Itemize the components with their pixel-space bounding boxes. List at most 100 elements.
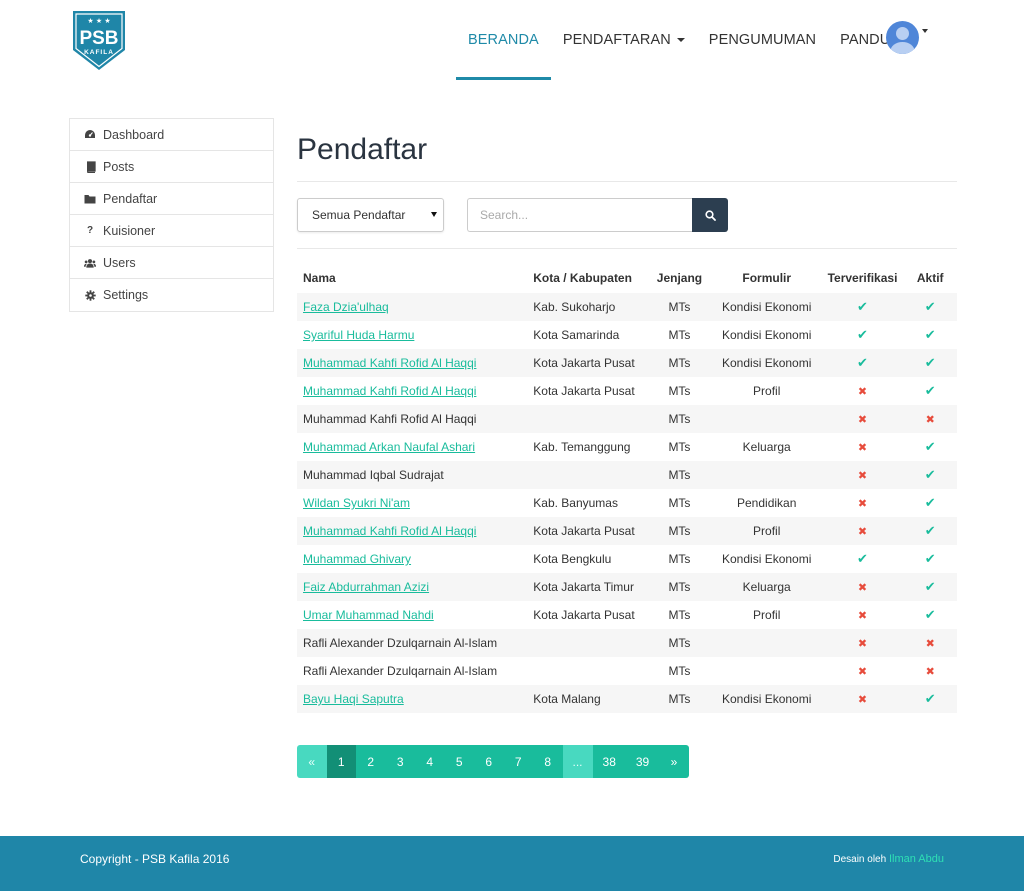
check-icon: ✔ <box>857 327 868 342</box>
footer-credit-prefix: Desain oleh <box>833 854 887 865</box>
cell-terverifikasi: ✔ <box>822 545 904 573</box>
column-header-jenjang[interactable]: Jenjang <box>647 263 712 293</box>
registrant-name-link[interactable]: Syariful Huda Harmu <box>303 328 414 342</box>
cell-aktif: ✔ <box>903 545 957 573</box>
pagination-page[interactable]: 5 <box>444 745 474 778</box>
cell-formulir <box>711 405 822 433</box>
cell-formulir: Kondisi Ekonomi <box>711 349 822 377</box>
page-title: Pendaftar <box>297 133 428 166</box>
cell-nama: Muhammad Kahfi Rofid Al Haqqi <box>297 405 528 433</box>
sidebar-item-posts[interactable]: Posts <box>70 151 273 183</box>
pagination-page[interactable]: 6 <box>474 745 504 778</box>
search-button[interactable] <box>692 198 728 232</box>
cell-formulir: Pendidikan <box>737 496 797 510</box>
footer-credit-link[interactable]: Ilman Abdu <box>889 853 944 865</box>
cell-terverifikasi: ✖ <box>821 573 904 601</box>
cell-aktif: ✔ <box>903 517 957 545</box>
nav-item-pendaftaran[interactable]: PENDAFTARAN <box>551 0 697 80</box>
cell-terverifikasi: ✖ <box>821 685 904 713</box>
sidebar-item-pendaftar[interactable]: Pendaftar <box>70 183 273 215</box>
check-icon: ✔ <box>924 691 936 706</box>
column-header-terverifikasi[interactable]: Terverifikasi <box>822 263 904 293</box>
cell-terverifikasi: ✔ <box>821 293 904 321</box>
search-input[interactable] <box>467 198 693 232</box>
pagination-page[interactable]: 2 <box>356 745 386 778</box>
pagination-page[interactable]: 8 <box>533 745 563 778</box>
cell-terverifikasi: ✖ <box>821 629 904 657</box>
psb-kafila-logo[interactable]: ★ ★ ★ PSB KAFILA <box>69 8 129 72</box>
column-header-nama[interactable]: Nama <box>297 263 527 293</box>
pagination-page[interactable]: 39 <box>625 745 660 778</box>
sidebar-item-label: Posts <box>103 159 135 174</box>
pagination-page[interactable]: 1 <box>326 745 356 778</box>
nav-item-beranda[interactable]: BERANDA <box>456 0 551 80</box>
footer: Copyright - PSB Kafila 2016 Desain oleh … <box>0 836 1024 891</box>
cell-nama: Muhammad Kahfi Rofid Al Haqqi <box>297 517 528 545</box>
registrant-name-link[interactable]: Muhammad Kahfi Rofid Al Haqqi <box>303 524 476 538</box>
cell-terverifikasi: ✖ <box>822 601 904 629</box>
check-icon: ✔ <box>924 439 936 454</box>
column-header-kota[interactable]: Kota / Kabupaten <box>527 263 647 293</box>
registrant-name-link[interactable]: Muhammad Ghivary <box>303 552 411 566</box>
cell-aktif: ✔ <box>903 685 957 713</box>
cell-formulir: Kondisi Ekonomi <box>711 293 822 321</box>
filter-select[interactable]: Semua Pendaftar <box>297 198 444 232</box>
main-nav: BERANDA PENDAFTARAN PENGUMUMAN PANDUAN <box>456 0 923 80</box>
footer-copyright: Copyright - PSB Kafila 2016 <box>80 852 230 866</box>
registrant-name-link[interactable]: Faiz Abdurrahman Azizi <box>303 580 429 594</box>
caret-down-icon <box>922 29 928 33</box>
cross-icon: ✖ <box>857 694 868 706</box>
table-row: Rafli Alexander Dzulqarnain Al-Islam MTs ✖… <box>297 657 957 685</box>
column-header-formulir[interactable]: Formulir <box>712 263 822 293</box>
registrants-table: Nama Kota / Kabupaten Jenjang Formulir T… <box>297 263 957 713</box>
cross-icon: ✖ <box>857 470 868 482</box>
pagination-next[interactable]: » <box>659 745 689 778</box>
registrant-name-link[interactable]: Bayu Haqi Saputra <box>303 692 404 706</box>
cell-formulir: Profil <box>753 608 781 622</box>
sidebar: Dashboard Posts Pendaftar ? Kuisioner Us… <box>69 118 274 312</box>
cell-nama: Muhammad Kahfi Rofid Al Haqqi <box>297 377 527 405</box>
cell-kota: Kota Samarinda <box>533 328 620 342</box>
question-icon: ? <box>86 225 94 236</box>
filter-select-value: Semua Pendaftar <box>312 208 406 222</box>
cell-formulir <box>712 657 822 685</box>
pagination-prev[interactable]: « <box>297 745 327 778</box>
cell-aktif: ✖ <box>903 657 957 685</box>
cell-formulir <box>711 461 822 489</box>
nav-label: PENGUMUMAN <box>708 32 817 48</box>
cell-terverifikasi: ✖ <box>821 517 904 545</box>
registrant-name-link[interactable]: Muhammad Kahfi Rofid Al Haqqi <box>303 356 476 370</box>
registrant-name: Muhammad Iqbal Sudrajat <box>303 468 444 482</box>
folder-icon <box>84 193 96 205</box>
sidebar-item-users[interactable]: Users <box>70 247 273 279</box>
table-row: Muhammad Kahfi Rofid Al Haqqi Kota Jakart… <box>297 377 957 405</box>
registrant-name-link[interactable]: Muhammad Kahfi Rofid Al Haqqi <box>303 384 476 398</box>
table-header-row: Nama Kota / Kabupaten Jenjang Formulir T… <box>297 263 957 293</box>
user-menu[interactable] <box>886 21 928 54</box>
pagination-page[interactable]: 3 <box>385 745 415 778</box>
cell-kota: Kota Jakarta Pusat <box>527 349 648 377</box>
registrant-name-link[interactable]: Muhammad Arkan Naufal Ashari <box>303 440 475 454</box>
main-content: Pendaftar Semua Pendaftar Nama Kota / Ka… <box>297 118 957 713</box>
sidebar-item-settings[interactable]: Settings <box>70 279 273 311</box>
registrant-name-link[interactable]: Wildan Syukri Ni'am <box>303 496 410 510</box>
pagination-page[interactable]: 4 <box>415 745 445 778</box>
cell-nama: Bayu Haqi Saputra <box>297 685 528 713</box>
registrant-name-link[interactable]: Faza Dzia'ulhaq <box>303 300 389 314</box>
pagination-page[interactable]: 7 <box>503 745 533 778</box>
check-icon: ✔ <box>924 495 936 510</box>
check-icon: ✔ <box>857 551 868 566</box>
column-header-aktif[interactable]: Aktif <box>903 263 957 293</box>
cell-jenjang: MTs <box>668 608 691 622</box>
nav-item-pengumuman[interactable]: PENGUMUMAN <box>697 0 828 80</box>
sidebar-item-kuisioner[interactable]: ? Kuisioner <box>70 215 273 247</box>
cell-terverifikasi: ✔ <box>821 349 904 377</box>
sidebar-item-dashboard[interactable]: Dashboard <box>70 119 273 151</box>
cross-icon: ✖ <box>925 666 935 678</box>
table-row: Muhammad Kahfi Rofid Al Haqqi Kota Jakart… <box>297 517 957 545</box>
table-row: Umar Muhammad Nahdi Kota Jakarta Pusat MTs… <box>297 601 957 629</box>
cell-kota: Kab. Sukoharjo <box>527 293 648 321</box>
cell-aktif: ✔ <box>903 433 957 461</box>
pagination-page[interactable]: 38 <box>592 745 626 778</box>
registrant-name-link[interactable]: Umar Muhammad Nahdi <box>303 608 434 622</box>
